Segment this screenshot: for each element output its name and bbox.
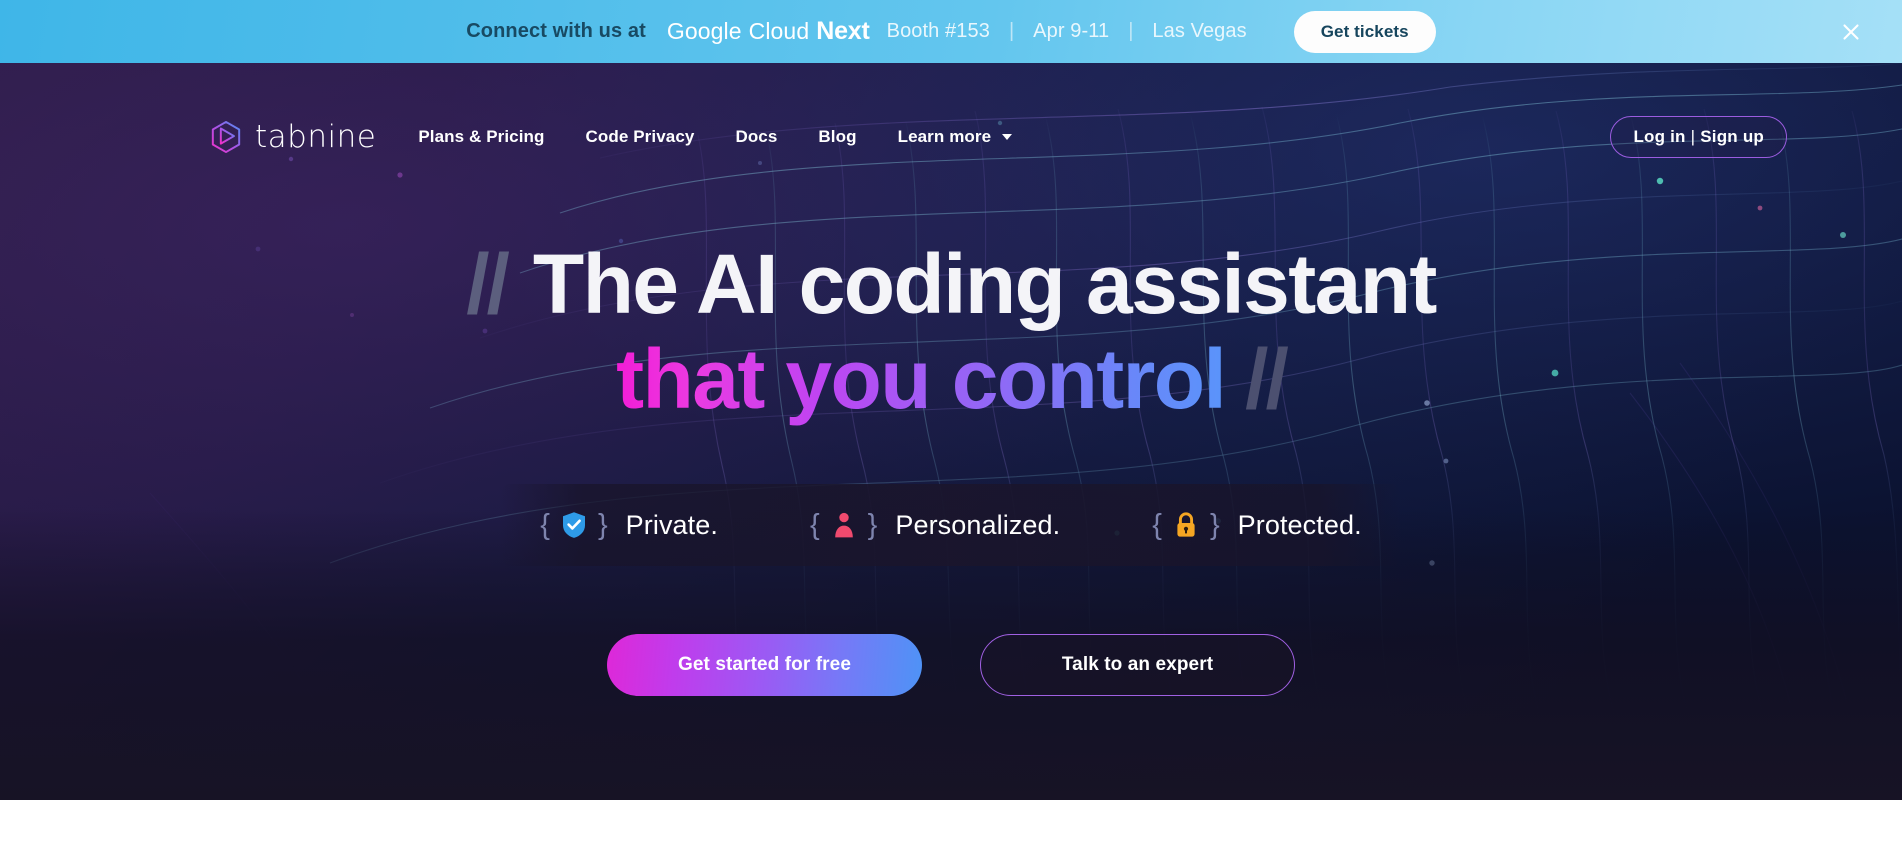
login-signup-button[interactable]: Log in | Sign up <box>1610 116 1787 158</box>
nav-link-code-privacy[interactable]: Code Privacy <box>586 127 695 147</box>
nav-auth-area: Log in | Sign up <box>1610 116 1787 158</box>
hero-cta-group: Get started for free Talk to an expert <box>0 634 1902 697</box>
close-icon[interactable] <box>1838 19 1864 45</box>
promo-location: Las Vegas <box>1152 20 1247 42</box>
event-google-word: Google <box>666 18 742 44</box>
chevron-down-icon <box>1002 134 1013 140</box>
nav-link-learn-more-label: Learn more <box>897 127 992 146</box>
promo-booth: Booth #153 <box>886 20 990 42</box>
signup-label: Sign up <box>1700 127 1764 146</box>
badge-protected-label: Protected. <box>1237 509 1362 540</box>
feature-badges-strip: { } Private. { } Personalized. {} Prote… <box>501 484 1401 567</box>
nav-link-docs[interactable]: Docs <box>735 127 777 147</box>
brace-open: { <box>1152 508 1162 541</box>
brace-open: { <box>540 508 550 541</box>
main-navigation: tabnine Plans & Pricing Code Privacy Doc… <box>0 105 1902 169</box>
next-section-placeholder <box>0 800 1902 853</box>
person-icon <box>834 513 853 538</box>
nav-link-blog[interactable]: Blog <box>818 127 856 147</box>
badge-personalized-label: Personalized. <box>895 509 1061 540</box>
brace-open: { <box>809 508 820 541</box>
promo-banner: Connect with us at Google Cloud Next Boo… <box>0 0 1902 63</box>
hero-headline: //The AI coding assistant that you contr… <box>0 241 1902 423</box>
badge-private-label: Private. <box>625 509 718 540</box>
nav-link-learn-more[interactable]: Learn more <box>898 127 1013 147</box>
get-started-for-free-button[interactable]: Get started for free <box>607 634 922 697</box>
hero-section: tabnine Plans & Pricing Code Privacy Doc… <box>0 63 1902 800</box>
headline-line-1: //The AI coding assistant <box>0 241 1902 328</box>
badge-private: { } Private. <box>540 510 718 541</box>
talk-to-an-expert-button[interactable]: Talk to an expert <box>980 634 1295 697</box>
nav-links: Plans & Pricing Code Privacy Docs Blog L… <box>418 127 1013 147</box>
tabnine-logo[interactable]: tabnine <box>210 119 376 155</box>
badge-personalized: { } Personalized. <box>810 510 1060 541</box>
lock-icon <box>1177 512 1195 537</box>
headline-slash-left: // <box>466 237 510 331</box>
event-cloud-word: Cloud <box>748 18 810 44</box>
promo-dates: Apr 9-11 <box>1033 20 1110 42</box>
headline-line-2-text: that you control <box>616 331 1227 426</box>
auth-separator: | <box>1690 127 1696 146</box>
tabnine-hexagon-logo-icon <box>211 120 241 154</box>
brace-close: } <box>597 508 608 541</box>
badge-protected: { } Protected. <box>1152 510 1361 541</box>
logo-wordmark: tabnine <box>255 119 377 155</box>
promo-separator-2: | <box>1128 20 1134 42</box>
headline-line-2: that you control// <box>0 336 1902 423</box>
nav-link-plans-pricing[interactable]: Plans & Pricing <box>418 127 544 147</box>
headline-slash-right: // <box>1245 331 1289 426</box>
shield-check-icon <box>562 512 585 539</box>
event-name: Google Cloud Next <box>667 17 870 46</box>
get-tickets-button[interactable]: Get tickets <box>1293 10 1436 53</box>
login-label: Log in <box>1633 127 1686 146</box>
brace-close: } <box>1209 508 1220 541</box>
event-next-word: Next <box>816 17 870 45</box>
promo-lead-text: Connect with us at <box>466 20 646 42</box>
brace-close: } <box>867 508 878 541</box>
headline-line-1-text: The AI coding assistant <box>532 237 1438 331</box>
promo-separator-1: | <box>1008 20 1015 42</box>
